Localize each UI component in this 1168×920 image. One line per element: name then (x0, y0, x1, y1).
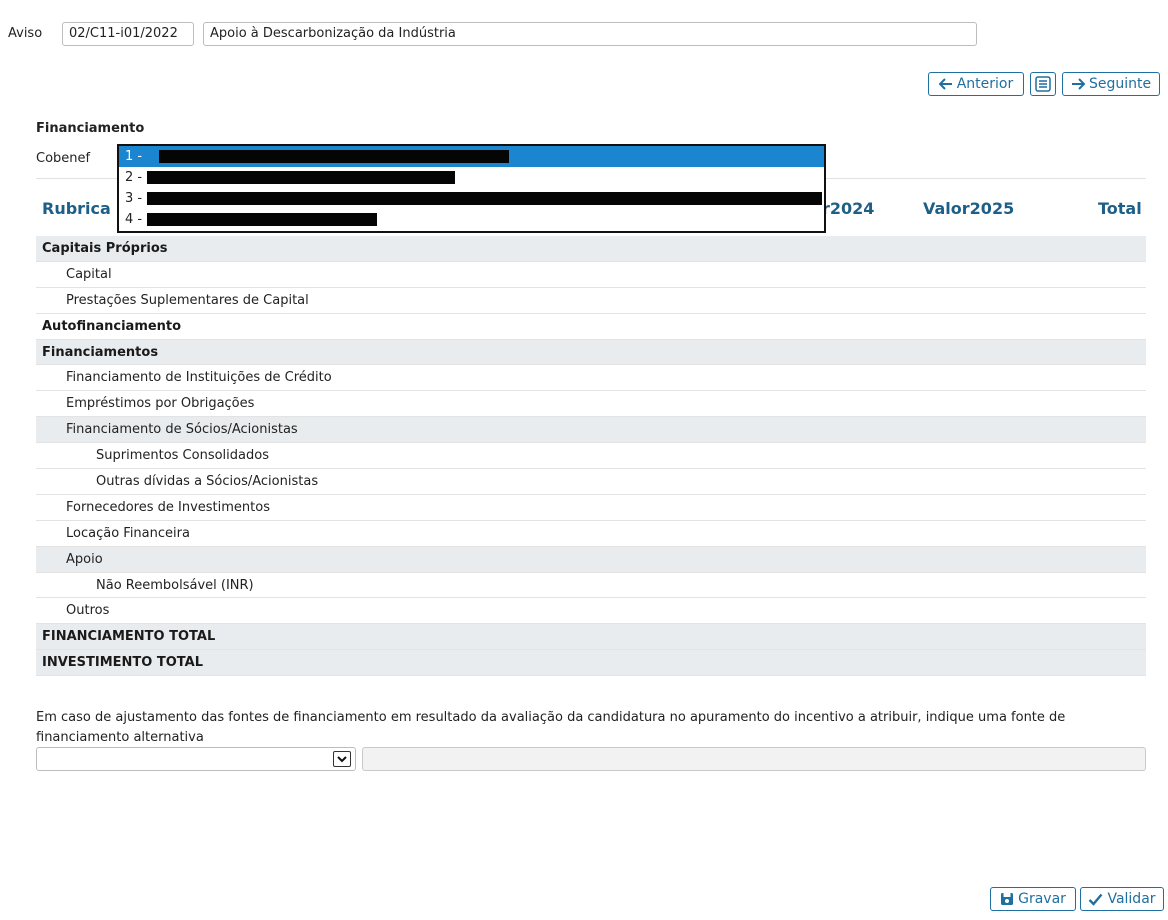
aviso-code-field[interactable]: 02/C11-i01/2022 (62, 22, 194, 46)
row-label: Financiamento de Instituições de Crédito (66, 370, 332, 386)
row-label: Outros (66, 603, 110, 619)
cobenef-option[interactable]: 3 - (119, 188, 824, 209)
arrow-right-icon (1071, 78, 1085, 90)
aviso-label: Aviso (8, 26, 43, 41)
row-label: INVESTIMENTO TOTAL (42, 655, 203, 671)
cobenef-option-label: 3 - (125, 191, 143, 206)
row-label: Apoio (66, 551, 103, 567)
validate-button[interactable]: Validar (1080, 887, 1164, 911)
table-row[interactable]: Locação Financeira (36, 520, 1146, 547)
section-title: Financiamento (36, 121, 145, 136)
table-row[interactable]: Não Reembolsável (INR) (36, 572, 1146, 599)
cobenef-option[interactable]: 4 - (119, 209, 824, 230)
table-row[interactable]: FINANCIAMENTO TOTAL (36, 624, 1146, 651)
save-button[interactable]: Gravar (990, 887, 1076, 911)
row-label: Suprimentos Consolidados (96, 448, 269, 464)
cobenef-dropdown-list[interactable]: 1 - 2 - 3 - 4 - (117, 144, 826, 233)
validate-button-label: Validar (1107, 891, 1156, 907)
cobenef-option-label: 4 - (125, 212, 143, 227)
table-row[interactable]: Capitais Próprios (36, 236, 1146, 262)
row-label: Capitais Próprios (42, 240, 168, 256)
row-label: Prestações Suplementares de Capital (66, 292, 309, 308)
row-label: Empréstimos por Obrigações (66, 396, 255, 412)
redaction-bar (159, 150, 509, 163)
table-row[interactable]: Financiamento de Instituições de Crédito (36, 365, 1146, 392)
floppy-disk-icon (1001, 893, 1014, 905)
column-header-total: Total (1098, 199, 1142, 218)
cobenef-option-label: 1 - (125, 149, 143, 164)
table-row[interactable]: Apoio (36, 546, 1146, 573)
previous-button-label: Anterior (956, 76, 1014, 92)
redaction-bar (147, 171, 455, 184)
column-header-rubrica: Rubrica (42, 199, 111, 218)
table-row[interactable]: Empréstimos por Obrigações (36, 391, 1146, 418)
row-label: Financiamento de Sócios/Acionistas (66, 422, 298, 438)
table-row[interactable]: Prestações Suplementares de Capital (36, 287, 1146, 314)
table-row[interactable]: Outros (36, 598, 1146, 625)
cobenef-option-label: 2 - (125, 170, 143, 185)
next-button[interactable]: Seguinte (1062, 72, 1160, 96)
row-label: Não Reembolsável (INR) (96, 577, 254, 593)
table-row[interactable]: Financiamentos (36, 339, 1146, 366)
table-row[interactable]: Suprimentos Consolidados (36, 443, 1146, 470)
cobenef-option[interactable]: 2 - (119, 167, 824, 188)
redaction-bar (147, 192, 822, 205)
aviso-title-field[interactable]: Apoio à Descarbonização da Indústria (203, 22, 977, 46)
financing-table: Capitais Próprios Capital Prestações Sup… (36, 236, 1146, 677)
row-label: Fornecedores de Investimentos (66, 499, 270, 515)
table-row[interactable]: Autofinanciamento (36, 313, 1146, 340)
arrow-left-icon (938, 78, 952, 90)
table-row[interactable]: Capital (36, 261, 1146, 288)
row-label: FINANCIAMENTO TOTAL (42, 629, 216, 645)
column-header-valor2024: r2024 (822, 199, 875, 218)
row-label: Financiamentos (42, 344, 159, 360)
save-button-label: Gravar (1018, 891, 1066, 907)
list-icon (1035, 76, 1051, 92)
table-row[interactable]: Outras dívidas a Sócios/Acionistas (36, 469, 1146, 495)
cobenef-label: Cobenef (36, 151, 91, 166)
column-header-valor2025: Valor2025 (923, 199, 1015, 218)
row-label: Autofinanciamento (42, 318, 182, 334)
row-label: Capital (66, 266, 112, 282)
checkmark-icon (1089, 893, 1103, 906)
next-button-label: Seguinte (1088, 76, 1152, 92)
table-row[interactable]: INVESTIMENTO TOTAL (36, 650, 1146, 677)
cobenef-option[interactable]: 1 - (119, 146, 824, 167)
chevron-down-icon[interactable] (333, 751, 351, 767)
table-row[interactable]: Financiamento de Sócios/Acionistas (36, 417, 1146, 444)
row-label: Outras dívidas a Sócios/Acionistas (96, 473, 319, 489)
alternative-financing-text: Em caso de ajustamento das fontes de fin… (36, 710, 1066, 745)
alternative-financing-input[interactable] (362, 747, 1146, 771)
redaction-bar (147, 213, 377, 226)
alternative-financing-select[interactable] (36, 747, 356, 771)
previous-button[interactable]: Anterior (928, 72, 1024, 96)
table-row[interactable]: Fornecedores de Investimentos (36, 494, 1146, 521)
list-button[interactable] (1030, 72, 1056, 96)
row-label: Locação Financeira (66, 525, 190, 541)
